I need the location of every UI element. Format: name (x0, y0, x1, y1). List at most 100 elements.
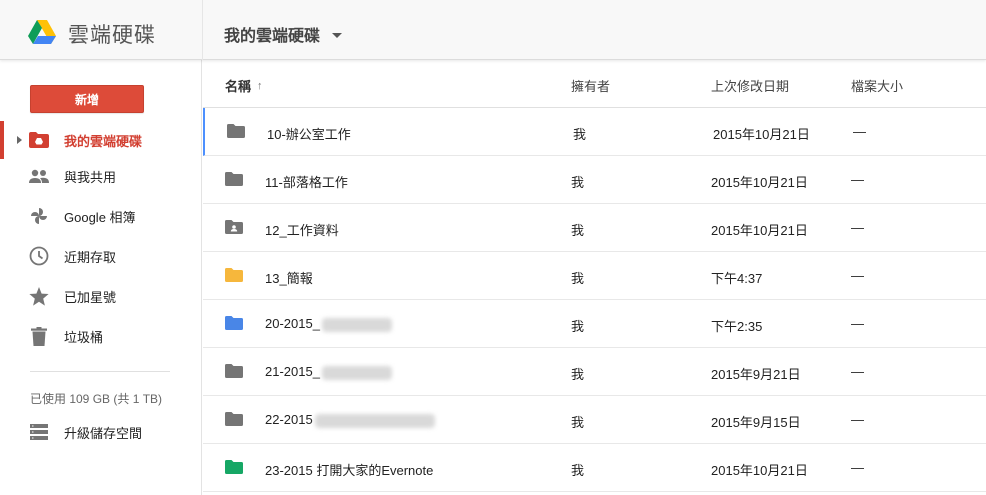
sidebar-item-shared[interactable]: 與我共用 (0, 157, 202, 195)
caret-down-icon (332, 32, 343, 38)
file-modified: 下午2:35 (711, 319, 763, 334)
file-size: — (851, 460, 864, 475)
file-name: 22-2015 (265, 412, 435, 428)
file-name: 20-2015_ (265, 316, 392, 332)
sidebar: 新增 我的雲端硬碟 與我共用 Google 相簿 近期存取 已加星號 垃圾桶 已… (0, 60, 202, 495)
active-indicator (0, 121, 4, 159)
upgrade-storage-link[interactable]: 升級儲存空間 (0, 413, 202, 451)
sidebar-item-google-photos[interactable]: Google 相簿 (0, 197, 202, 235)
folder-icon (225, 364, 245, 380)
sidebar-item-label: 已加星號 (64, 289, 117, 305)
file-name-text: 20-2015_ (265, 316, 320, 331)
sidebar-divider (30, 371, 170, 372)
folder-icon (225, 460, 245, 476)
folder-icon (227, 124, 247, 140)
file-name: 23-2015 打開大家的Evernote (265, 460, 433, 479)
file-owner: 我 (571, 223, 585, 238)
file-name-text: 13_簡報 (265, 271, 313, 286)
folder-icon (225, 316, 245, 332)
drive-folder-icon (28, 130, 50, 150)
clock-icon (28, 246, 50, 266)
column-header-owner[interactable]: 擁有者 (571, 76, 610, 95)
people-icon (28, 166, 50, 186)
file-name: 10-辦公室工作 (267, 124, 351, 143)
file-size: — (851, 412, 864, 427)
file-size: — (851, 364, 864, 379)
file-name-text: 22-2015 (265, 412, 313, 427)
storage-icon (28, 422, 50, 442)
file-name: 11-部落格工作 (265, 172, 348, 191)
sidebar-item-label: Google 相簿 (64, 209, 136, 225)
file-owner: 我 (571, 175, 585, 190)
file-modified: 2015年9月15日 (711, 415, 801, 430)
file-owner: 我 (573, 127, 587, 142)
column-header-modified[interactable]: 上次修改日期 (711, 76, 789, 95)
upgrade-storage-label: 升級儲存空間 (64, 425, 143, 441)
file-row[interactable]: 13_簡報 我 下午4:37 — (203, 252, 986, 300)
file-size: — (851, 220, 864, 235)
redacted-text (321, 365, 392, 380)
photos-pinwheel-icon (28, 206, 50, 226)
file-size: — (853, 124, 866, 139)
file-owner: 我 (571, 415, 585, 430)
storage-usage: 已使用 109 GB (共 1 TB) (30, 392, 163, 406)
file-owner: 我 (571, 271, 585, 286)
file-row[interactable]: 12_工作資料 我 2015年10月21日 — (203, 204, 986, 252)
column-header-name-label: 名稱 (225, 79, 252, 94)
file-size: — (851, 268, 864, 283)
file-row[interactable]: 23-2015 打開大家的Evernote 我 2015年10月21日 — (203, 444, 986, 492)
folder-icon (225, 268, 245, 284)
list-header: 名稱 ↑ 擁有者 上次修改日期 檔案大小 (203, 60, 986, 108)
sidebar-item-label: 與我共用 (64, 169, 117, 185)
sidebar-item-starred[interactable]: 已加星號 (0, 277, 202, 315)
folder-icon (225, 412, 245, 428)
file-row[interactable]: 20-2015_ 我 下午2:35 — (203, 300, 986, 348)
column-header-size[interactable]: 檔案大小 (851, 76, 903, 95)
redacted-text (321, 317, 392, 332)
file-row[interactable]: 10-辦公室工作 我 2015年10月21日 — (203, 108, 986, 156)
file-owner: 我 (571, 319, 585, 334)
redacted-text (314, 413, 435, 428)
file-row[interactable]: 11-部落格工作 我 2015年10月21日 — (203, 156, 986, 204)
shared-folder-icon (225, 220, 245, 236)
file-modified: 2015年9月21日 (711, 367, 801, 382)
file-name-text: 11-部落格工作 (265, 175, 348, 190)
sidebar-item-my-drive[interactable]: 我的雲端硬碟 (0, 121, 202, 159)
app-title: 雲端硬碟 (68, 24, 156, 47)
file-owner: 我 (571, 463, 585, 478)
column-header-name[interactable]: 名稱 ↑ (225, 76, 263, 95)
file-modified: 2015年10月21日 (711, 175, 808, 190)
file-modified: 下午4:37 (711, 271, 763, 286)
file-list: 名稱 ↑ 擁有者 上次修改日期 檔案大小 10-辦公室工作我 2015年10月21… (203, 60, 986, 495)
sidebar-item-trash[interactable]: 垃圾桶 (0, 317, 202, 355)
file-name-text: 23-2015 打開大家的Evernote (265, 463, 434, 478)
location-dropdown[interactable]: 我的雲端硬碟 (224, 22, 343, 46)
topbar-divider (202, 0, 203, 60)
file-name: 13_簡報 (265, 268, 313, 287)
top-bar: 雲端硬碟 我的雲端硬碟 (0, 0, 986, 60)
expand-arrow-icon[interactable] (17, 136, 22, 144)
file-name-text: 21-2015_ (265, 364, 320, 379)
file-modified: 2015年10月21日 (711, 463, 808, 478)
file-name-text: 12_工作資料 (265, 223, 339, 238)
file-row[interactable]: 22-2015 我 2015年9月15日 — (203, 396, 986, 444)
sidebar-item-label: 垃圾桶 (64, 329, 104, 345)
new-button[interactable]: 新增 (30, 85, 144, 113)
file-name: 21-2015_ (265, 364, 392, 380)
file-name-text: 10-辦公室工作 (267, 127, 351, 142)
sidebar-item-label: 近期存取 (64, 249, 117, 265)
location-label: 我的雲端硬碟 (224, 28, 321, 45)
trash-icon (28, 326, 50, 346)
sidebar-item-label: 我的雲端硬碟 (64, 133, 143, 149)
file-size: — (851, 316, 864, 331)
file-owner: 我 (571, 367, 585, 382)
file-size: — (851, 172, 864, 187)
sidebar-item-recent[interactable]: 近期存取 (0, 237, 202, 275)
file-name: 12_工作資料 (265, 220, 339, 239)
file-modified: 2015年10月21日 (711, 223, 808, 238)
drive-logo-icon[interactable] (28, 20, 56, 44)
sort-ascending-icon: ↑ (257, 79, 263, 92)
file-row[interactable]: 21-2015_ 我 2015年9月21日 — (203, 348, 986, 396)
folder-icon (225, 172, 245, 188)
star-icon (28, 286, 50, 306)
